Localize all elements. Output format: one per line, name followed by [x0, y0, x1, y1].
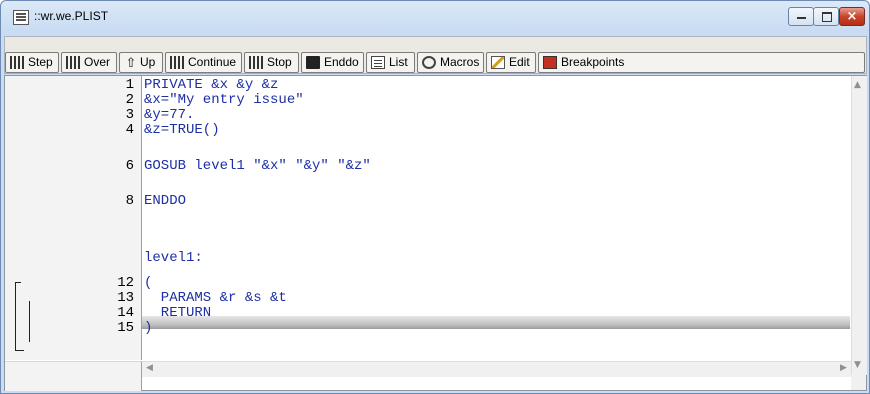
block-bracket: [15, 282, 24, 351]
maximize-icon: [822, 12, 832, 22]
close-icon: ×: [846, 9, 858, 24]
stop-icon: [249, 56, 263, 69]
scroll-down-arrow-icon[interactable]: ▼: [854, 360, 861, 370]
scroll-right-arrow-icon[interactable]: ▶: [840, 363, 847, 373]
title-bar[interactable]: ::wr.we.PLIST ×: [1, 1, 869, 33]
vertical-scrollbar[interactable]: ▲ ▼: [851, 76, 867, 375]
list-button[interactable]: List: [366, 52, 415, 73]
code-line: level1:: [144, 250, 203, 266]
line-number: 14: [117, 305, 134, 321]
edit-icon: [491, 56, 505, 69]
code-area[interactable]: PRIVATE &x &y &z &x="My entry issue" &y=…: [142, 76, 850, 360]
code-line: ENDDO: [144, 193, 187, 209]
code-line: RETURN: [144, 305, 212, 321]
maximize-button[interactable]: [813, 7, 839, 26]
code-line: (: [144, 275, 153, 291]
step-label: Step: [28, 55, 53, 69]
continue-label: Continue: [188, 55, 237, 69]
line-number: 3: [125, 107, 134, 123]
code-line: &x="My entry issue": [144, 92, 304, 108]
continue-icon: [170, 56, 184, 69]
minimize-icon: [797, 17, 806, 19]
edit-label: Edit: [509, 55, 530, 69]
window-title: ::wr.we.PLIST: [34, 9, 109, 23]
over-button[interactable]: Over: [61, 52, 117, 73]
up-icon: ⇧: [125, 55, 137, 70]
enddo-icon: [306, 56, 320, 69]
over-label: Over: [84, 55, 111, 69]
scroll-left-arrow-icon[interactable]: ◀: [146, 363, 153, 373]
line-number: 1: [125, 77, 134, 93]
line-number: 6: [125, 158, 134, 174]
window-list-icon: [13, 10, 29, 25]
up-button[interactable]: ⇧ Up: [119, 52, 163, 73]
macros-label: Macros: [440, 55, 480, 69]
debug-toolbar: Step Over ⇧ Up Continue Stop Enddo List: [4, 36, 867, 74]
minimize-button[interactable]: [788, 7, 814, 26]
code-editor[interactable]: 1 2 3 4 6 8 12 13 14 15 PRIVATE &x &y &z…: [4, 75, 867, 391]
debugger-window: ::wr.we.PLIST × Step Over ⇧ Up Continue …: [0, 0, 870, 394]
code-line: ): [144, 320, 153, 336]
macros-button[interactable]: Macros: [417, 52, 484, 73]
gutter-footer: [5, 361, 142, 391]
stop-button[interactable]: Stop: [244, 52, 299, 73]
list-label: List: [389, 55, 408, 69]
code-line: PARAMS &r &s &t: [144, 290, 287, 306]
line-number: 15: [117, 320, 134, 336]
line-number: 12: [117, 275, 134, 291]
resize-grip[interactable]: [851, 375, 866, 390]
line-number: 8: [125, 193, 134, 209]
up-label: Up: [140, 55, 156, 69]
code-line: GOSUB level1 "&x" "&y" "&z": [144, 158, 371, 174]
step-icon: [10, 56, 24, 69]
scroll-up-arrow-icon[interactable]: ▲: [854, 80, 861, 90]
code-line: PRIVATE &x &y &z: [144, 77, 279, 93]
over-icon: [66, 56, 80, 69]
line-number: 4: [125, 122, 134, 138]
macros-icon: [422, 56, 436, 69]
current-block-marker: [29, 301, 30, 342]
enddo-button[interactable]: Enddo: [301, 52, 364, 73]
close-button[interactable]: ×: [839, 7, 865, 26]
continue-button[interactable]: Continue: [165, 52, 242, 73]
enddo-label: Enddo: [324, 55, 359, 69]
breakpoints-button[interactable]: Breakpoints: [538, 52, 865, 73]
horizontal-scrollbar[interactable]: ◀ ▶: [142, 361, 851, 377]
edit-button[interactable]: Edit: [486, 52, 536, 73]
list-icon: [371, 56, 385, 69]
line-number: 13: [117, 290, 134, 306]
step-button[interactable]: Step: [5, 52, 59, 73]
breakpoints-icon: [543, 56, 557, 69]
code-line: &z=TRUE(): [144, 122, 220, 138]
line-number: 2: [125, 92, 134, 108]
breakpoints-label: Breakpoints: [561, 55, 625, 69]
line-number-gutter[interactable]: 1 2 3 4 6 8 12 13 14 15: [5, 76, 142, 360]
code-line: &y=77.: [144, 107, 195, 123]
stop-label: Stop: [267, 55, 292, 69]
